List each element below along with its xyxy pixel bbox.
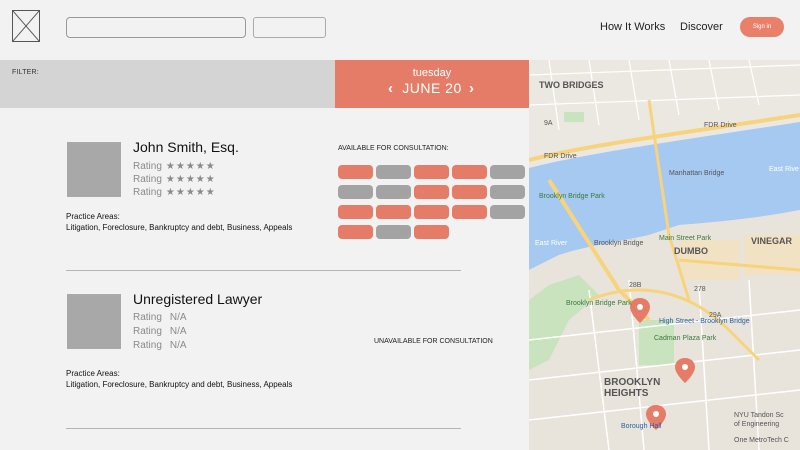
availability-label: UNAVAILABLE FOR CONSULTATION: [374, 338, 493, 345]
practice-areas-label: Practice Areas:: [66, 212, 120, 221]
rating-row: Rating ★★★★★: [133, 187, 216, 198]
practice-areas-label: Practice Areas:: [66, 369, 120, 378]
map-label: of Engineering: [734, 421, 780, 428]
map-label: East Rive: [769, 166, 799, 173]
search-input[interactable]: [66, 17, 246, 38]
sign-in-button[interactable]: Sign in: [740, 17, 784, 37]
map-label: Cadman Plaza Park: [654, 335, 717, 342]
top-navbar: How It Works Discover Sign in: [0, 0, 800, 60]
map-label: Main Street Park: [659, 235, 712, 242]
slot-available[interactable]: [414, 225, 449, 239]
map-label: 278: [694, 286, 706, 293]
star-rating-icon: ★★★★★: [165, 187, 216, 198]
map-label: VINEGAR: [751, 236, 793, 246]
map-label: BROOKLYN: [604, 377, 661, 388]
slot-available[interactable]: [452, 185, 487, 199]
rating-row: Rating N/A: [133, 312, 187, 323]
nav-how-it-works[interactable]: How It Works: [600, 21, 665, 33]
slot-unavailable: [490, 165, 525, 179]
rating-row: Rating ★★★★★: [133, 161, 216, 172]
rating-label: Rating: [133, 326, 162, 337]
rating-label: Rating: [133, 312, 162, 323]
slot-unavailable: [376, 225, 411, 239]
map-label: FDR Drive: [544, 153, 577, 160]
map-panel[interactable]: TWO BRIDGES FDR Drive FDR Drive East Riv…: [529, 60, 800, 450]
rating-label: Rating: [133, 187, 162, 198]
slot-available[interactable]: [338, 165, 373, 179]
map-label: Brooklyn Bridge Park: [566, 300, 632, 307]
slot-available[interactable]: [452, 205, 487, 219]
map-canvas[interactable]: [529, 60, 800, 450]
map-label: One MetroTech C: [734, 437, 789, 444]
map-label: TWO BRIDGES: [539, 80, 604, 90]
availability-label: AVAILABLE FOR CONSULTATION:: [338, 145, 449, 152]
slot-unavailable: [490, 205, 525, 219]
rating-value: N/A: [169, 326, 187, 337]
rating-row: Rating ★★★★★: [133, 174, 216, 185]
lawyer-name[interactable]: Unregistered Lawyer: [133, 291, 262, 307]
logo-placeholder-icon[interactable]: [12, 10, 40, 42]
rating-value: N/A: [169, 312, 187, 323]
date-selector: tuesday ‹ JUNE 20 ›: [335, 60, 529, 108]
map-label: East River: [535, 240, 568, 247]
rating-row: Rating N/A: [133, 340, 187, 351]
lawyer-name[interactable]: John Smith, Esq.: [133, 139, 239, 155]
lawyer-avatar[interactable]: [67, 142, 121, 197]
map-label: 28B: [629, 282, 642, 289]
map-label: 29A: [709, 312, 722, 319]
star-rating-icon: ★★★★★: [165, 174, 216, 185]
filter-label: FILTER:: [12, 69, 39, 76]
slot-available[interactable]: [338, 205, 373, 219]
filter-bar[interactable]: FILTER:: [0, 60, 335, 108]
rating-row: Rating N/A: [133, 326, 187, 337]
slot-unavailable: [338, 185, 373, 199]
divider: [66, 428, 461, 429]
slot-available[interactable]: [376, 205, 411, 219]
slot-unavailable: [376, 165, 411, 179]
slot-available[interactable]: [414, 205, 449, 219]
date-day-label: tuesday: [412, 67, 452, 79]
map-label: Brooklyn Bridge: [594, 240, 644, 247]
rating-label: Rating: [133, 174, 162, 185]
practice-areas-value: Litigation, Foreclosure, Bankruptcy and …: [66, 380, 293, 389]
map-label: 9A: [544, 120, 553, 127]
rating-label: Rating: [133, 340, 162, 351]
lawyer-avatar[interactable]: [67, 294, 121, 349]
chevron-right-icon[interactable]: ›: [469, 81, 474, 96]
slot-unavailable: [376, 185, 411, 199]
date-label: JUNE 20: [402, 80, 462, 96]
nav-discover[interactable]: Discover: [680, 21, 723, 33]
map-label: Borough Hall: [621, 423, 662, 430]
map-label: NYU Tandon Sc: [734, 412, 784, 419]
slot-available[interactable]: [452, 165, 487, 179]
practice-areas-value: Litigation, Foreclosure, Bankruptcy and …: [66, 223, 293, 232]
map-label: Brooklyn Bridge Park: [539, 193, 605, 200]
rating-label: Rating: [133, 161, 162, 172]
slot-available[interactable]: [338, 225, 373, 239]
map-label: DUMBO: [674, 246, 708, 256]
map-label: FDR Drive: [704, 122, 737, 129]
slot-available[interactable]: [414, 185, 449, 199]
map-label: Manhattan Bridge: [669, 170, 725, 177]
map-label: High Street - Brooklyn Bridge: [659, 318, 750, 325]
map-label: HEIGHTS: [604, 388, 649, 399]
slot-unavailable: [490, 185, 525, 199]
consultation-slot-grid: [338, 165, 530, 243]
divider: [66, 270, 461, 271]
location-input[interactable]: [253, 17, 326, 38]
slot-available[interactable]: [414, 165, 449, 179]
star-rating-icon: ★★★★★: [165, 161, 216, 172]
rating-value: N/A: [169, 340, 187, 351]
